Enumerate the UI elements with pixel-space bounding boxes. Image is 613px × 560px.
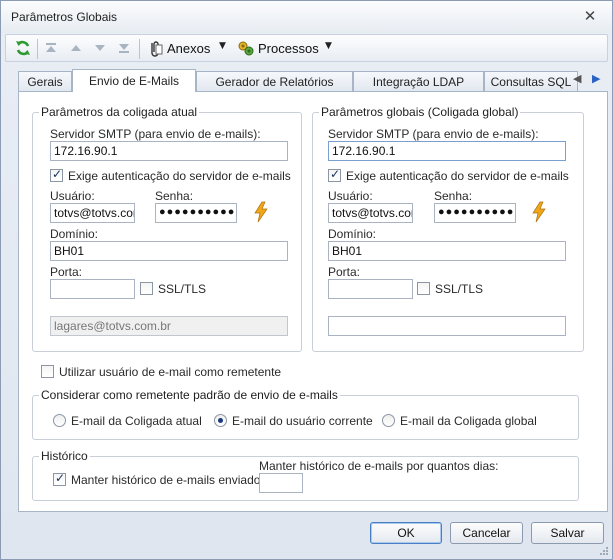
sender-current-company-radio[interactable] — [53, 414, 66, 427]
keep-history-label: Manter histórico de e-mails enviados — [71, 473, 267, 487]
anexos-dropdown-icon[interactable]: ▼ — [219, 41, 226, 51]
current-smtp-label: Servidor SMTP (para envio de e-mails): — [50, 127, 261, 141]
global-auth-checkbox[interactable] — [328, 167, 341, 182]
parametros-globais-window: Parâmetros Globais ✕ Anexos ▼ Processos … — [0, 0, 613, 560]
current-smtp-input[interactable]: 172.16.90.1 — [50, 141, 288, 161]
current-port-input[interactable] — [50, 279, 135, 299]
current-domain-label: Domínio: — [50, 227, 99, 241]
toolbar: Anexos ▼ Processos ▼ — [5, 34, 608, 62]
tab-scroll-right-icon[interactable]: ▶ — [592, 72, 600, 85]
toolbar-separator — [139, 39, 140, 59]
current-user-label: Usuário: — [50, 189, 95, 203]
global-ssl-label: SSL/TLS — [435, 282, 484, 296]
global-password-label: Senha: — [434, 189, 473, 203]
global-port-label: Porta: — [328, 265, 361, 279]
current-sender-email-input[interactable]: lagares@totvs.com.br — [50, 316, 288, 336]
tab-envio-de-emails[interactable]: Envio de E-Mails — [72, 69, 196, 92]
history-days-input[interactable] — [259, 473, 303, 493]
cancel-button[interactable]: Cancelar — [450, 522, 523, 544]
use-user-email-checkbox[interactable] — [41, 365, 54, 378]
global-smtp-input[interactable]: 172.16.90.1 — [328, 141, 566, 161]
current-company-group: Parâmetros da coligada atual Servidor SM… — [32, 105, 302, 352]
global-password-input[interactable]: ●●●●●●●●●●● — [434, 203, 516, 223]
current-port-label: Porta: — [50, 265, 83, 279]
sender-current-company-label: E-mail da Coligada atual — [71, 414, 202, 428]
global-domain-label: Domínio: — [328, 227, 377, 241]
default-sender-group-title: Considerar como remetente padrão de envi… — [39, 388, 340, 402]
close-icon[interactable]: ✕ — [582, 8, 598, 24]
global-group-title: Parâmetros globais (Coligada global) — [319, 105, 521, 119]
history-group: Histórico Manter histórico de e-mails en… — [32, 449, 579, 501]
current-ssl-label: SSL/TLS — [158, 282, 207, 296]
sender-global-company-radio[interactable] — [382, 414, 395, 427]
next-record-icon[interactable] — [92, 39, 108, 57]
sender-current-user-radio[interactable] — [214, 414, 227, 427]
window-title: Parâmetros Globais — [11, 10, 118, 24]
current-password-label: Senha: — [155, 189, 194, 203]
attachments-icon[interactable] — [147, 39, 163, 57]
keep-history-checkbox[interactable] — [53, 471, 66, 486]
tab-scroll-left-icon[interactable]: ◀ — [573, 72, 581, 85]
title-bar: Parâmetros Globais ✕ — [1, 1, 612, 33]
test-connection-bolt-icon[interactable] — [530, 201, 548, 223]
save-button[interactable]: Salvar — [531, 522, 604, 544]
toolbar-separator — [37, 39, 38, 59]
global-ssl-checkbox[interactable] — [417, 282, 430, 295]
sender-global-company-label: E-mail da Coligada global — [400, 414, 537, 428]
tab-consultas-sql[interactable]: Consultas SQL — [484, 71, 578, 91]
test-connection-bolt-icon[interactable] — [252, 201, 270, 223]
last-record-icon[interactable] — [116, 39, 132, 57]
use-user-email-label: Utilizar usuário de e-mail como remetent… — [59, 365, 282, 379]
processos-menu[interactable]: Processos — [258, 41, 319, 56]
default-sender-group: Considerar como remetente padrão de envi… — [32, 388, 579, 440]
global-company-group: Parâmetros globais (Coligada global) Ser… — [312, 105, 584, 352]
refresh-icon[interactable] — [14, 39, 32, 57]
current-user-input[interactable]: totvs@totvs.com — [50, 203, 135, 223]
global-domain-input[interactable]: BH01 — [328, 241, 566, 261]
global-port-input[interactable] — [328, 279, 413, 299]
first-record-icon[interactable] — [43, 39, 59, 57]
resize-grip-icon[interactable] — [599, 546, 609, 556]
anexos-menu[interactable]: Anexos — [167, 41, 210, 56]
processes-icon[interactable] — [237, 39, 255, 57]
current-domain-input[interactable]: BH01 — [50, 241, 288, 261]
current-auth-checkbox[interactable] — [50, 167, 63, 182]
current-auth-label: Exige autenticação do servidor de e-mail… — [68, 169, 291, 183]
processos-dropdown-icon[interactable]: ▼ — [325, 41, 332, 51]
ok-button[interactable]: OK — [370, 522, 442, 544]
global-user-label: Usuário: — [328, 189, 373, 203]
history-days-label: Manter histórico de e-mails por quantos … — [259, 459, 499, 473]
envio-de-emails-panel: Parâmetros da coligada atual Servidor SM… — [18, 91, 608, 512]
tab-strip: Gerais Envio de E-Mails Gerador de Relat… — [18, 69, 608, 92]
tab-integracao-ldap[interactable]: Integração LDAP — [353, 71, 484, 91]
current-group-title: Parâmetros da coligada atual — [39, 105, 200, 119]
global-sender-email-input[interactable] — [328, 316, 566, 336]
global-auth-label: Exige autenticação do servidor de e-mail… — [346, 169, 569, 183]
previous-record-icon[interactable] — [68, 39, 84, 57]
sender-current-user-label: E-mail do usuário corrente — [232, 414, 373, 428]
global-user-input[interactable]: totvs@totvs.com — [328, 203, 413, 223]
global-smtp-label: Servidor SMTP (para envio de e-mails): — [328, 127, 539, 141]
current-ssl-checkbox[interactable] — [140, 282, 153, 295]
tab-gerais[interactable]: Gerais — [18, 71, 72, 91]
current-password-input[interactable]: ●●●●●●●●●●● — [155, 203, 237, 223]
tab-gerador-de-relatorios[interactable]: Gerador de Relatórios — [196, 71, 353, 91]
history-group-title: Histórico — [39, 449, 90, 463]
